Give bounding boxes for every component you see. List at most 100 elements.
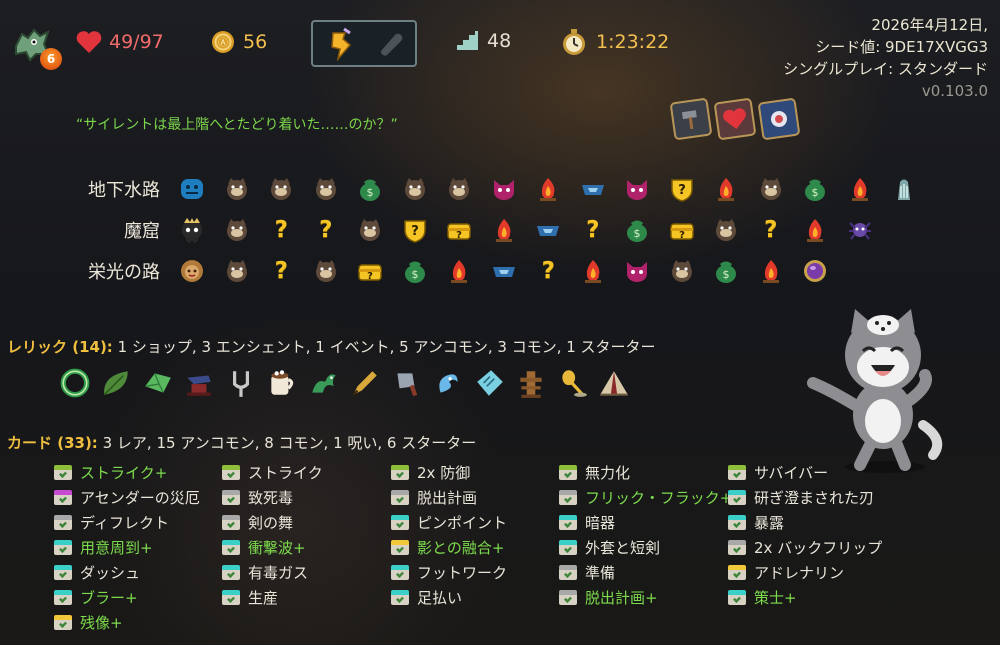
map-node-rest-icon[interactable] <box>749 256 794 286</box>
map-node-gem-icon[interactable] <box>793 256 838 286</box>
card-entry[interactable]: 2x バックフリップ <box>728 536 882 558</box>
heart-card-icon[interactable] <box>713 97 757 141</box>
cocoa-mug-icon[interactable] <box>262 363 304 403</box>
map-node-unknown-icon[interactable]: ? <box>526 256 571 286</box>
card-name: 衝撃波+ <box>248 538 306 557</box>
map-node-unknown-icon[interactable]: ? <box>304 215 349 245</box>
map-node-rest-icon[interactable] <box>482 215 527 245</box>
card-entry[interactable]: ストライク+ <box>54 461 167 483</box>
map-node-shop-icon[interactable] <box>526 215 571 245</box>
card-entry[interactable]: ストライク <box>222 461 323 483</box>
anvil-icon[interactable] <box>179 363 221 403</box>
lightning-potion-icon[interactable] <box>324 27 354 61</box>
card-entry[interactable]: 脱出計画+ <box>559 586 658 608</box>
card-entry[interactable]: 剣の舞 <box>222 511 293 533</box>
card-entry[interactable]: 用意周到+ <box>54 536 153 558</box>
dragon-icon[interactable] <box>303 363 345 403</box>
map-node-unknown-icon[interactable]: ? <box>571 215 616 245</box>
card-entry[interactable]: 脱出計画 <box>391 486 477 508</box>
leaf-icon[interactable] <box>96 363 138 403</box>
orb-card-icon[interactable] <box>757 97 801 141</box>
ticket-icon[interactable] <box>469 363 511 403</box>
emerald-icon[interactable] <box>137 363 179 403</box>
map-node-treasure-icon[interactable]: $ <box>393 256 438 286</box>
cleaver-icon[interactable] <box>386 363 428 403</box>
map-node-unknown-chest-icon[interactable]: ? <box>437 215 482 245</box>
map-node-elite-icon[interactable] <box>615 174 660 204</box>
map-node-treasure-icon[interactable]: $ <box>615 215 660 245</box>
tent-icon[interactable] <box>594 363 636 403</box>
card-entry[interactable]: ピンポイント <box>391 511 507 533</box>
card-entry[interactable]: ダッシュ <box>54 561 140 583</box>
card-entry[interactable]: フリック・フラック+ <box>559 486 732 508</box>
map-node-monster-icon[interactable] <box>704 215 749 245</box>
map-node-rest-icon[interactable] <box>838 174 883 204</box>
map-node-ancient-icon[interactable] <box>882 174 927 204</box>
map-node-unknown-icon[interactable]: ? <box>749 215 794 245</box>
map-node-elite-icon[interactable] <box>615 256 660 286</box>
map-node-treasure-icon[interactable]: $ <box>704 256 749 286</box>
card-entry[interactable]: 無力化 <box>559 461 630 483</box>
ring-snake-icon[interactable] <box>54 363 96 403</box>
map-node-unknown-chest-icon[interactable]: ? <box>660 215 705 245</box>
card-common-icon <box>222 489 240 505</box>
map-node-rest-icon[interactable] <box>571 256 616 286</box>
map-node-monster-icon[interactable] <box>304 174 349 204</box>
card-entry[interactable]: 暗器 <box>559 511 615 533</box>
map-node-unknown-shield-icon[interactable]: ? <box>393 215 438 245</box>
card-entry[interactable]: 影との融合+ <box>391 536 504 558</box>
card-entry[interactable]: 致死毒 <box>222 486 293 508</box>
wisp-icon[interactable] <box>428 363 470 403</box>
map-node-monster-icon[interactable] <box>215 215 260 245</box>
map-node-boss-water-icon[interactable] <box>170 174 215 204</box>
card-entry[interactable]: 準備 <box>559 561 615 583</box>
map-node-unknown-shield-icon[interactable]: ? <box>660 174 705 204</box>
map-node-shop-icon[interactable] <box>571 174 616 204</box>
card-entry[interactable]: 有毒ガス <box>222 561 308 583</box>
tuning-fork-icon[interactable] <box>220 363 262 403</box>
card-entry[interactable]: 策士+ <box>728 586 797 608</box>
card-entry[interactable]: 残像+ <box>54 611 123 633</box>
map-node-boss-lion-icon[interactable] <box>170 256 215 286</box>
map-node-unknown-icon[interactable]: ? <box>259 256 304 286</box>
card-entry[interactable]: 生産 <box>222 586 278 608</box>
map-node-unknown-chest-icon[interactable]: ? <box>348 256 393 286</box>
card-entry[interactable]: 暴露 <box>728 511 784 533</box>
card-entry[interactable]: アドレナリン <box>728 561 844 583</box>
map-node-shop-icon[interactable] <box>482 256 527 286</box>
map-node-monster-icon[interactable] <box>749 174 794 204</box>
card-entry[interactable]: 2x 防御 <box>391 461 470 483</box>
card-entry[interactable]: 研ぎ澄まされた刃 <box>728 486 874 508</box>
hammer-card-icon[interactable] <box>669 97 713 141</box>
card-entry[interactable]: アセンダーの災厄 <box>54 486 200 508</box>
map-node-monster-icon[interactable] <box>348 215 393 245</box>
map-node-monster-icon[interactable] <box>437 174 482 204</box>
card-entry[interactable]: ディフレクト <box>54 511 169 533</box>
map-node-rest-icon[interactable] <box>437 256 482 286</box>
map-node-treasure-icon[interactable]: $ <box>793 174 838 204</box>
map-node-treasure-icon[interactable]: $ <box>348 174 393 204</box>
map-node-monster-icon[interactable] <box>215 256 260 286</box>
card-entry[interactable]: フットワーク <box>391 561 507 583</box>
map-node-monster-icon[interactable] <box>215 174 260 204</box>
map-node-monster-icon[interactable] <box>259 174 304 204</box>
map-node-rest-icon[interactable] <box>793 215 838 245</box>
card-name: ストライク <box>248 463 323 482</box>
map-node-boss-spider-icon[interactable] <box>838 215 883 245</box>
spoon-icon[interactable] <box>552 363 594 403</box>
wooden-dummy-icon[interactable] <box>511 363 553 403</box>
card-entry[interactable]: 足払い <box>391 586 462 608</box>
map-node-rest-icon[interactable] <box>526 174 571 204</box>
card-entry[interactable]: 外套と短剣 <box>559 536 660 558</box>
pen-icon[interactable] <box>345 363 387 403</box>
map-node-unknown-icon[interactable]: ? <box>259 215 304 245</box>
card-entry[interactable]: 衝撃波+ <box>222 536 306 558</box>
card-entry[interactable]: ブラー+ <box>54 586 138 608</box>
map-node-boss-ghost-icon[interactable] <box>170 215 215 245</box>
map-node-monster-icon[interactable] <box>304 256 349 286</box>
map-node-elite-icon[interactable] <box>482 174 527 204</box>
map-node-monster-icon[interactable] <box>660 256 705 286</box>
map-node-monster-icon[interactable] <box>393 174 438 204</box>
empty-potion-slot-icon[interactable] <box>375 29 405 59</box>
map-node-rest-icon[interactable] <box>704 174 749 204</box>
